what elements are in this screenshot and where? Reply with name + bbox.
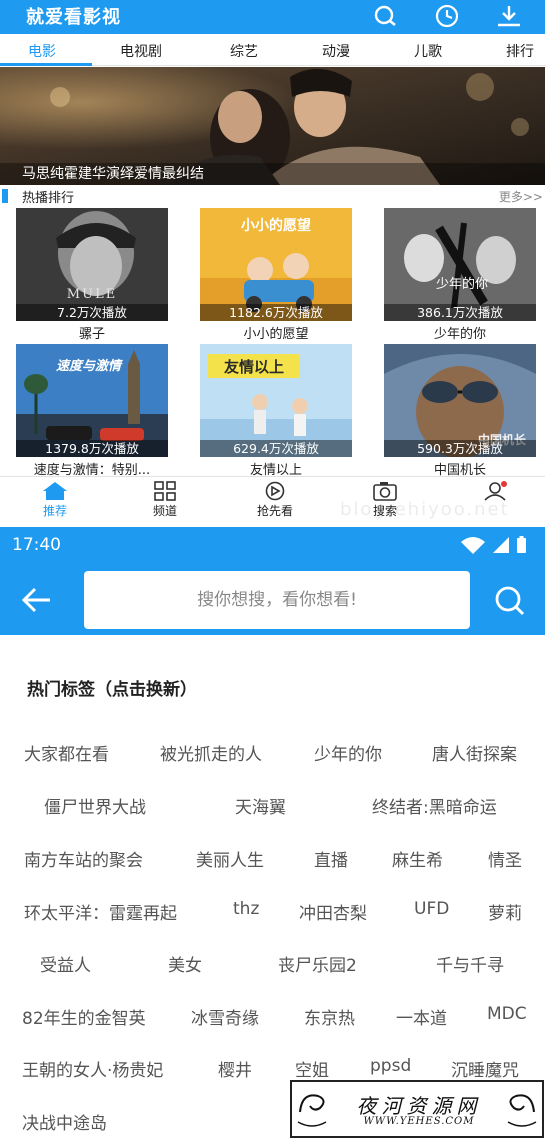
movie-poster: 中国机长 590.3万次播放 — [384, 344, 536, 457]
movie-title: 小小的愿望 — [243, 327, 309, 342]
banner-caption: 马思纯霍建华演绎爱情最纠结 — [0, 163, 545, 185]
tab-kids-songs[interactable]: 儿歌 — [414, 41, 442, 61]
logo-text-en: WWW.YEHES.COM — [363, 1116, 475, 1127]
hot-ranking-header: 热播排行 更多>> — [0, 186, 545, 206]
hot-tag[interactable]: 天海翼 — [235, 793, 286, 818]
hot-tag[interactable]: 情圣 — [488, 846, 522, 871]
active-tab-indicator — [0, 63, 92, 66]
hot-tags-title: 热门标签（点击换新） — [27, 680, 197, 700]
tab-movie[interactable]: 电影 — [28, 41, 56, 61]
hot-tag[interactable]: thz — [233, 899, 259, 919]
play-count: 386.1万次播放 — [384, 304, 536, 321]
play-count: 1379.8万次播放 — [16, 440, 168, 457]
featured-banner[interactable]: 马思纯霍建华演绎爱情最纠结 — [0, 67, 545, 185]
bottom-navigation: blog.ehiyoo.net 推荐 频道 抢先看 搜索 — [0, 476, 545, 527]
hot-tag[interactable]: 美女 — [168, 951, 202, 976]
site-logo: 夜河资源网 WWW.YEHES.COM — [290, 1080, 544, 1138]
app-title: 就爱看影视 — [26, 7, 121, 28]
nav-profile[interactable] — [445, 477, 545, 527]
nav-preview[interactable]: 抢先看 — [225, 477, 325, 527]
hot-tag[interactable]: 冲田杏梨 — [299, 899, 367, 924]
svg-text:友情以上: 友情以上 — [224, 358, 284, 376]
movie-poster: 少年的你 386.1万次播放 — [384, 208, 536, 321]
more-link[interactable]: 更多>> — [499, 188, 543, 205]
hot-tag[interactable]: 决战中途岛 — [22, 1109, 107, 1134]
hot-tag[interactable]: 丧尸乐园2 — [278, 951, 357, 976]
hot-tag[interactable]: 萝莉 — [488, 899, 522, 924]
search-icon[interactable] — [492, 583, 528, 619]
hot-tag[interactable]: 一本道 — [396, 1004, 447, 1029]
svg-text:MULE: MULE — [67, 287, 117, 302]
history-clock-icon[interactable] — [432, 3, 462, 29]
hot-tag[interactable]: 僵尸世界大战 — [44, 793, 146, 818]
app-bar: 就爱看影视 — [0, 0, 545, 34]
back-arrow-icon[interactable] — [20, 585, 54, 615]
movie-poster: MULE 7.2万次播放 — [16, 208, 168, 321]
hot-tag[interactable]: 空姐 — [295, 1056, 329, 1081]
hot-tag[interactable]: 唐人街探案 — [432, 740, 517, 765]
hot-tag[interactable]: 冰雪奇缘 — [191, 1004, 259, 1029]
hot-tag[interactable]: 美丽人生 — [196, 846, 264, 871]
play-count: 629.4万次播放 — [200, 440, 352, 457]
play-count: 1182.6万次播放 — [200, 304, 352, 321]
hot-tag[interactable]: 南方车站的聚会 — [24, 846, 143, 871]
search-icon[interactable] — [370, 3, 400, 29]
nav-label: 搜索 — [372, 504, 397, 518]
home-icon — [42, 481, 68, 501]
movie-title: 骡子 — [78, 327, 105, 342]
nav-label: 抢先看 — [256, 504, 293, 518]
camera-icon — [372, 481, 398, 501]
hot-tag[interactable]: 少年的你 — [314, 740, 382, 765]
play-icon — [262, 481, 288, 501]
user-icon — [482, 481, 508, 501]
hot-tag[interactable]: 环太平洋：雷霆再起 — [24, 899, 177, 924]
tab-tv-series[interactable]: 电视剧 — [120, 41, 162, 61]
tab-ranking[interactable]: 排行 — [506, 41, 534, 61]
hot-tag[interactable]: 直播 — [314, 846, 348, 871]
tab-anime[interactable]: 动漫 — [322, 41, 350, 61]
svg-text:少年的你: 少年的你 — [436, 276, 488, 292]
hot-tag[interactable]: ppsd — [370, 1056, 411, 1076]
svg-text:速度与激情: 速度与激情 — [56, 358, 123, 374]
hot-tag[interactable]: 沉睡魔咒 — [451, 1056, 519, 1081]
hot-tag[interactable]: 东京热 — [304, 1004, 355, 1029]
nav-label: 频道 — [152, 504, 177, 518]
hot-tag[interactable]: 麻生希 — [392, 846, 443, 871]
movie-poster: 小小的愿望 1182.6万次播放 — [200, 208, 352, 321]
hot-tag[interactable]: 终结者:黑暗命运 — [372, 793, 497, 818]
status-icons — [461, 536, 526, 554]
grid-icon — [152, 481, 178, 501]
svg-text:小小的愿望: 小小的愿望 — [241, 217, 311, 234]
search-input[interactable]: 搜你想搜，看你想看! — [84, 571, 470, 629]
category-tabs: 电影 电视剧 综艺 动漫 儿歌 排行 — [0, 34, 545, 66]
tab-variety[interactable]: 综艺 — [230, 41, 258, 61]
movie-title: 少年的你 — [433, 327, 486, 342]
hot-tag[interactable]: 樱井 — [218, 1056, 252, 1081]
nav-channels[interactable]: 频道 — [115, 477, 215, 527]
play-count: 7.2万次播放 — [16, 304, 168, 321]
hot-tag[interactable]: 王朝的女人·杨贵妃 — [22, 1056, 163, 1081]
hot-tag[interactable]: UFD — [414, 899, 449, 919]
section-title: 热播排行 — [22, 191, 75, 206]
logo-text-cn: 夜河资源网 — [356, 1094, 482, 1118]
hot-tag[interactable]: 大家都在看 — [24, 740, 109, 765]
hot-tag[interactable]: 受益人 — [40, 951, 91, 976]
nav-recommend[interactable]: 推荐 — [5, 477, 105, 527]
play-count: 590.3万次播放 — [384, 440, 536, 457]
nav-search[interactable]: 搜索 — [335, 477, 435, 527]
nav-label: 推荐 — [42, 504, 67, 518]
hot-tag[interactable]: 被光抓走的人 — [160, 740, 262, 765]
search-screen: 17:40 搜你想搜，看你想看! 热门标签（点击换新） 大家都在看 被光抓走的人… — [0, 527, 545, 1140]
hot-tag[interactable]: 千与千寻 — [436, 951, 504, 976]
status-bar: 17:40 — [0, 527, 545, 563]
movie-poster: 友情以上 629.4万次播放 — [200, 344, 352, 457]
download-icon[interactable] — [494, 3, 524, 29]
status-time: 17:40 — [12, 535, 61, 555]
movie-poster: 速度与激情 1379.8万次播放 — [16, 344, 168, 457]
hot-tag[interactable]: 82年生的金智英 — [22, 1004, 146, 1029]
search-toolbar: 搜你想搜，看你想看! — [0, 563, 545, 635]
hot-tag[interactable]: MDC — [487, 1004, 527, 1024]
video-app-home-screen: 就爱看影视 电影 电视剧 综艺 动漫 儿歌 排行 马思纯霍建华演绎爱情最纠结 热… — [0, 0, 545, 527]
section-marker — [2, 189, 8, 203]
